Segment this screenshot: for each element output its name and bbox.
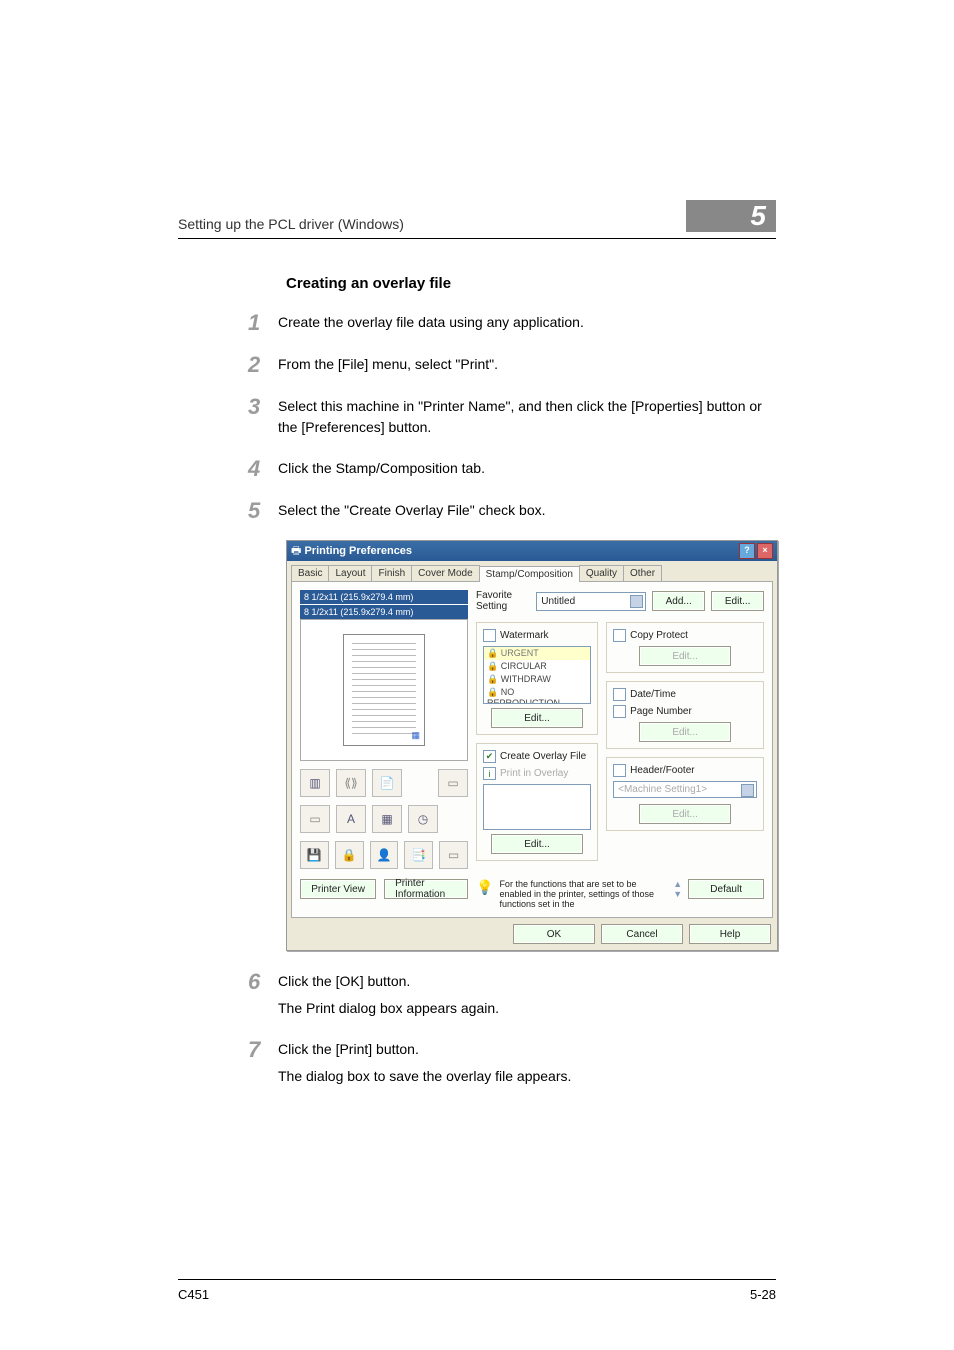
close-icon[interactable]: × — [757, 543, 773, 559]
paper-size-original: 8 1/2x11 (215.9x279.4 mm) — [300, 590, 468, 604]
copy-protect-edit-button[interactable]: Edit... — [639, 646, 731, 666]
overlay-group: ✔ Create Overlay File i Print in Overlay E… — [476, 743, 598, 861]
tab-layout[interactable]: Layout — [328, 565, 372, 581]
step-number: 7 — [248, 1039, 278, 1087]
print-in-overlay-label: Print in Overlay — [500, 768, 568, 779]
header-rule — [178, 238, 776, 239]
tool-icon[interactable]: 👤 — [370, 841, 399, 869]
step-text: Select this machine in "Printer Name", a… — [278, 396, 776, 438]
favorite-add-button[interactable]: Add... — [652, 591, 705, 611]
printer-view-button[interactable]: Printer View — [300, 879, 376, 899]
header-footer-select[interactable]: <Machine Setting1> — [613, 781, 757, 798]
section-heading: Creating an overlay file — [286, 275, 776, 292]
tool-icon[interactable]: ▭ — [439, 841, 468, 869]
page-number-checkbox[interactable] — [613, 705, 626, 718]
step-text: Click the [OK] button. The Print dialog … — [278, 971, 499, 1019]
create-overlay-label: Create Overlay File — [500, 751, 586, 762]
window-titlebar: 🖶 Printing Preferences ? × — [287, 541, 777, 561]
page-number-label: Page Number — [630, 706, 692, 717]
tab-finish[interactable]: Finish — [371, 565, 412, 581]
list-item[interactable]: 🔒 CIRCULAR — [484, 660, 590, 673]
info-note: For the functions that are set to be ena… — [499, 879, 667, 909]
watermark-label: Watermark — [500, 630, 549, 641]
tab-quality[interactable]: Quality — [579, 565, 624, 581]
print-in-overlay-checkbox: i — [483, 767, 496, 780]
footer-rule — [178, 1279, 776, 1280]
step-text: From the [File] menu, select "Print". — [278, 354, 498, 376]
favorite-edit-button[interactable]: Edit... — [711, 591, 764, 611]
tab-other[interactable]: Other — [623, 565, 662, 581]
window-title: 🖶 Printing Preferences — [291, 542, 412, 561]
tool-icon[interactable]: ▦ — [372, 805, 402, 833]
create-overlay-checkbox[interactable]: ✔ — [483, 750, 496, 763]
step-number: 6 — [248, 971, 278, 1019]
overlay-list[interactable] — [483, 784, 591, 830]
tool-icon[interactable]: ⟪⟫ — [336, 769, 366, 797]
step-text: Click the Stamp/Composition tab. — [278, 458, 485, 480]
tab-bar: Basic Layout Finish Cover Mode Stamp/Com… — [287, 561, 777, 581]
step-text: Select the "Create Overlay File" check b… — [278, 500, 546, 522]
header-footer-checkbox[interactable] — [613, 764, 626, 777]
header-footer-group: Header/Footer <Machine Setting1> Edit... — [606, 757, 764, 831]
list-item[interactable]: 🔒 NO REPRODUCTION — [484, 686, 590, 704]
tab-stamp-composition[interactable]: Stamp/Composition — [479, 566, 580, 582]
chapter-number: 5 — [686, 200, 776, 232]
tool-icon[interactable]: 💾 — [300, 841, 329, 869]
date-group: Date/Time Page Number Edit... — [606, 681, 764, 749]
tool-icon[interactable]: ▥ — [300, 769, 330, 797]
scroll-arrows-icon[interactable]: ▲▼ — [673, 879, 682, 899]
step-number: 5 — [248, 500, 278, 522]
tab-basic[interactable]: Basic — [291, 565, 329, 581]
cancel-button[interactable]: Cancel — [601, 924, 683, 944]
tool-icon[interactable]: ▭ — [300, 805, 330, 833]
step-number: 4 — [248, 458, 278, 480]
step-number: 2 — [248, 354, 278, 376]
date-edit-button[interactable]: Edit... — [639, 722, 731, 742]
step-text: Click the [Print] button. The dialog box… — [278, 1039, 571, 1087]
step-number: 3 — [248, 396, 278, 438]
watermark-checkbox[interactable] — [483, 629, 496, 642]
tool-icon[interactable]: 📄 — [372, 769, 402, 797]
default-button[interactable]: Default — [688, 879, 764, 899]
watermark-group: Watermark 🔒 URGENT 🔒 CIRCULAR 🔒 WITHDRAW… — [476, 622, 598, 735]
watermark-edit-button[interactable]: Edit... — [491, 708, 583, 728]
help-button[interactable]: Help — [689, 924, 771, 944]
help-icon[interactable]: ? — [739, 543, 755, 559]
ok-button[interactable]: OK — [513, 924, 595, 944]
tab-cover-mode[interactable]: Cover Mode — [411, 565, 479, 581]
tool-icon[interactable]: ▭ — [438, 769, 468, 797]
header-footer-edit-button[interactable]: Edit... — [639, 804, 731, 824]
favorite-select[interactable]: Untitled — [536, 592, 646, 611]
lightbulb-icon: 💡 — [476, 879, 493, 896]
header-footer-label: Header/Footer — [630, 765, 694, 776]
date-time-label: Date/Time — [630, 689, 676, 700]
tool-icon[interactable]: 🔒 — [335, 841, 364, 869]
running-header: Setting up the PCL driver (Windows) — [178, 216, 404, 232]
page-preview: ▦ — [300, 619, 468, 761]
list-item[interactable]: 🔒 URGENT — [484, 647, 590, 660]
watermark-list[interactable]: 🔒 URGENT 🔒 CIRCULAR 🔒 WITHDRAW 🔒 NO REPR… — [483, 646, 591, 704]
tool-icon[interactable]: ◷ — [408, 805, 438, 833]
date-time-checkbox[interactable] — [613, 688, 626, 701]
list-item[interactable]: 🔒 WITHDRAW — [484, 673, 590, 686]
paper-size-output: 8 1/2x11 (215.9x279.4 mm) — [300, 605, 468, 619]
screenshot-figure: 🖶 Printing Preferences ? × Basic Layout … — [286, 540, 776, 951]
copy-protect-label: Copy Protect — [630, 630, 688, 641]
copy-protect-group: Copy Protect Edit... — [606, 622, 764, 673]
footer-model: C451 — [178, 1287, 209, 1302]
overlay-edit-button[interactable]: Edit... — [491, 834, 583, 854]
step-text: Create the overlay file data using any a… — [278, 312, 584, 334]
favorite-label: Favorite Setting — [476, 590, 530, 612]
tool-icon[interactable]: 📑 — [404, 841, 433, 869]
tool-icon[interactable]: A — [336, 805, 366, 833]
copy-protect-checkbox[interactable] — [613, 629, 626, 642]
printer-info-button[interactable]: Printer Information — [384, 879, 468, 899]
step-number: 1 — [248, 312, 278, 334]
footer-page: 5-28 — [750, 1287, 776, 1302]
